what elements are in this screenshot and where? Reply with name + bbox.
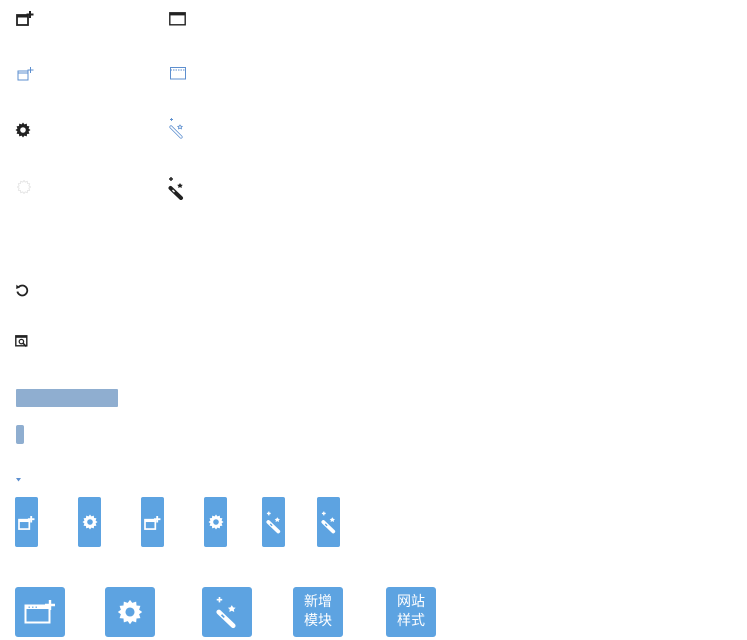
gear-icon (117, 599, 143, 625)
undo-icon (15, 283, 29, 297)
settings-tile[interactable] (105, 587, 155, 637)
preview-icon (15, 335, 29, 348)
gear-icon (208, 514, 223, 530)
gear-faint-icon (17, 180, 31, 194)
add-module-tab[interactable] (15, 497, 38, 547)
add-module-icon (16, 10, 34, 27)
highlight-bar (16, 389, 118, 407)
window-outline-icon (170, 67, 187, 80)
site-style-tab[interactable] (262, 497, 285, 547)
site-style-label-line1: 网站 (397, 594, 425, 610)
settings-tab[interactable] (78, 497, 101, 547)
add-module-tile[interactable] (15, 587, 65, 637)
magic-wand-outline-icon (168, 117, 186, 139)
gear-icon (15, 122, 31, 138)
site-style-text-button[interactable]: 网站 样式 (386, 587, 436, 637)
add-module-icon (144, 515, 161, 530)
site-style-label-line2: 样式 (397, 613, 425, 629)
add-module-outline-icon (17, 66, 35, 82)
add-module-label-line2: 模块 (304, 613, 332, 629)
add-module-icon (18, 515, 35, 530)
add-module-label-line1: 新增 (304, 594, 332, 610)
magic-wand-icon (265, 511, 280, 534)
caret-down-icon (16, 467, 21, 482)
magic-wand-icon (167, 176, 186, 200)
window-icon (169, 12, 186, 26)
scroll-handle[interactable] (16, 425, 24, 444)
add-module-text-button[interactable]: 新增 模块 (293, 587, 343, 637)
magic-wand-icon (216, 596, 236, 629)
site-style-tab-2[interactable] (317, 497, 340, 547)
settings-tab-2[interactable] (204, 497, 227, 547)
add-module-tab-2[interactable] (141, 497, 164, 547)
site-style-tile[interactable] (202, 587, 252, 637)
magic-wand-icon (320, 511, 335, 534)
gear-icon (82, 514, 97, 530)
add-module-icon (24, 600, 55, 624)
